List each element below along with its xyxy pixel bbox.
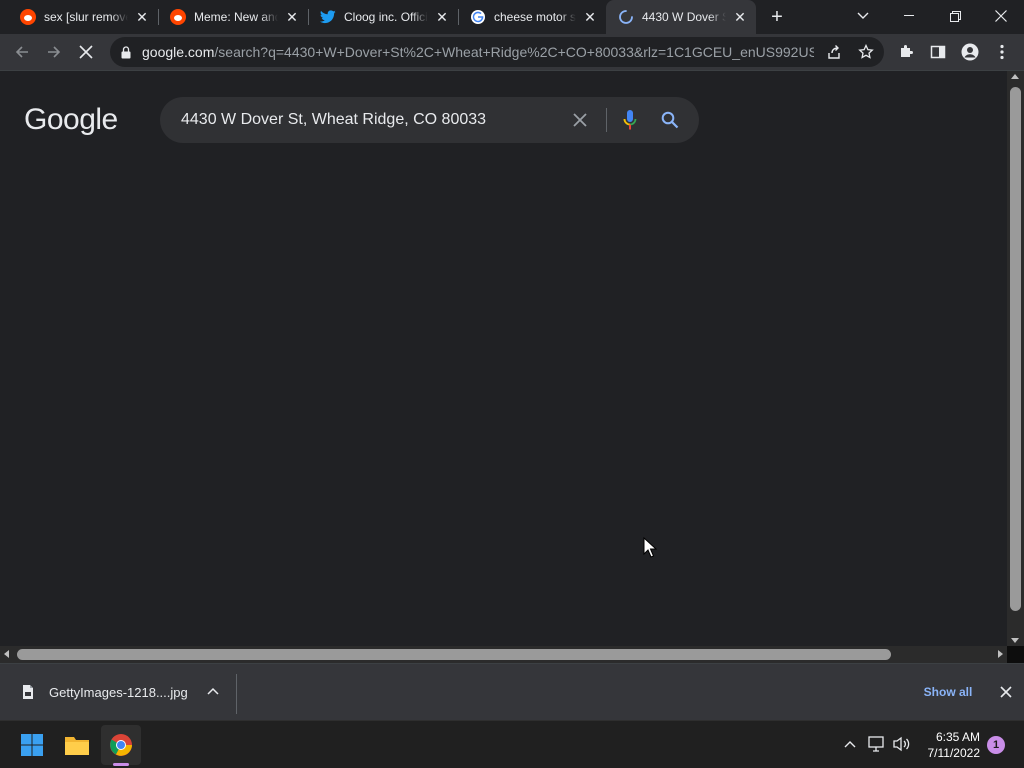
clear-search-icon[interactable] — [570, 110, 590, 130]
tab-title: sex [slur removed] dookie — [44, 10, 128, 24]
close-tab-icon[interactable]: ✕ — [434, 9, 450, 25]
tab-title: Cloog inc. Official — [344, 10, 428, 24]
star-icon — [858, 44, 874, 59]
scroll-left-arrow-icon[interactable] — [4, 650, 9, 658]
share-button[interactable] — [820, 38, 848, 66]
microphone-icon[interactable] — [620, 109, 640, 131]
arrow-right-icon — [48, 46, 61, 58]
show-hidden-icons-button[interactable] — [839, 733, 861, 755]
back-button[interactable] — [8, 38, 36, 66]
restore-icon — [949, 10, 961, 22]
bookmark-button[interactable] — [852, 38, 880, 66]
tab-search-button[interactable] — [840, 0, 886, 32]
profile-icon — [961, 43, 979, 61]
downloads-divider — [236, 674, 237, 714]
vertical-scrollbar[interactable] — [1007, 71, 1024, 646]
scroll-down-arrow-icon[interactable] — [1011, 638, 1019, 643]
tab-google-search[interactable]: cheese motor sp ✕ — [458, 0, 606, 34]
tab-active-search[interactable]: 4430 W Dover St ✕ — [606, 0, 756, 34]
close-tab-icon[interactable]: ✕ — [732, 9, 748, 25]
address-bar[interactable]: google.com/search?q=4430+W+Dover+St%2C+W… — [110, 37, 884, 67]
reddit-icon — [20, 9, 36, 25]
network-icon[interactable] — [866, 733, 888, 755]
close-downloads-bar-icon[interactable] — [996, 682, 1016, 702]
tab-title: cheese motor sp — [494, 10, 576, 24]
minimize-button[interactable] — [886, 0, 932, 32]
close-icon — [995, 10, 1007, 22]
extensions-button[interactable] — [892, 38, 920, 66]
close-window-button[interactable] — [978, 0, 1024, 32]
start-button[interactable] — [12, 725, 52, 765]
browser-toolbar: google.com/search?q=4430+W+Dover+St%2C+W… — [0, 34, 1024, 71]
tab-title: 4430 W Dover St — [642, 10, 726, 24]
notification-badge[interactable]: 1 — [987, 736, 1005, 754]
search-input[interactable]: 4430 W Dover St, Wheat Ridge, CO 80033 — [181, 111, 561, 129]
arrow-left-icon — [15, 46, 28, 58]
search-divider — [606, 108, 607, 132]
stop-loading-button[interactable] — [72, 38, 100, 66]
search-icon[interactable] — [659, 109, 681, 131]
twitter-icon — [320, 9, 336, 25]
search-box[interactable]: 4430 W Dover St, Wheat Ridge, CO 80033 — [160, 97, 699, 143]
url-host: google.com — [142, 44, 215, 60]
kebab-menu-icon — [1000, 44, 1004, 60]
share-icon — [828, 45, 840, 59]
url-path: /search?q=4430+W+Dover+St%2C+Wheat+Ridge… — [214, 44, 814, 60]
lock-icon[interactable] — [119, 45, 133, 59]
mouse-cursor-icon — [643, 537, 657, 558]
close-tab-icon[interactable]: ✕ — [284, 9, 300, 25]
downloads-bar: GettyImages-1218....jpg Show all — [0, 663, 1024, 720]
google-logo[interactable]: Google — [24, 103, 118, 137]
tab-reddit-1[interactable]: sex [slur removed] dookie ✕ — [8, 0, 158, 34]
close-tab-icon[interactable]: ✕ — [582, 9, 598, 25]
file-explorer-button[interactable] — [57, 725, 97, 765]
download-item[interactable]: GettyImages-1218....jpg — [0, 664, 237, 720]
chrome-taskbar-button[interactable] — [101, 725, 141, 765]
folder-icon — [65, 737, 89, 755]
horizontal-scroll-thumb[interactable] — [17, 649, 891, 660]
windows-logo-icon — [21, 734, 43, 756]
forward-button[interactable] — [40, 38, 68, 66]
clock-time: 6:35 AM — [935, 730, 980, 744]
page-viewport: Google 4430 W Dover St, Wheat Ridge, CO … — [0, 71, 1007, 646]
chrome-icon — [110, 734, 132, 756]
vertical-scroll-thumb[interactable] — [1010, 87, 1021, 611]
horizontal-scrollbar[interactable] — [0, 646, 1007, 663]
minimize-icon — [904, 15, 914, 16]
stop-icon — [79, 45, 93, 59]
restore-button[interactable] — [932, 0, 978, 32]
tab-twitter[interactable]: Cloog inc. Official ✕ — [308, 0, 458, 34]
side-panel-button[interactable] — [924, 38, 952, 66]
side-panel-icon — [930, 45, 946, 59]
active-app-indicator — [113, 763, 129, 766]
chevron-up-icon — [844, 741, 856, 748]
reddit-icon — [170, 9, 186, 25]
profile-button[interactable] — [956, 38, 984, 66]
google-icon — [470, 9, 486, 25]
scroll-up-arrow-icon[interactable] — [1011, 74, 1019, 79]
tab-title: Meme: New and — [194, 10, 278, 24]
system-clock[interactable]: 6:35 AM 7/11/2022 — [914, 729, 981, 761]
puzzle-icon — [901, 45, 913, 57]
new-tab-button[interactable]: + — [762, 1, 792, 33]
url-text[interactable]: google.com/search?q=4430+W+Dover+St%2C+W… — [142, 44, 814, 60]
close-tab-icon[interactable]: ✕ — [134, 9, 150, 25]
download-file-name: GettyImages-1218....jpg — [49, 684, 188, 700]
tab-reddit-2[interactable]: Meme: New and ✕ — [158, 0, 308, 34]
chevron-up-icon[interactable] — [205, 683, 221, 699]
scroll-right-arrow-icon[interactable] — [998, 650, 1003, 658]
loading-spinner-icon — [618, 9, 634, 25]
show-all-downloads-button[interactable]: Show all — [912, 678, 984, 706]
scrollbar-corner — [1007, 646, 1024, 663]
file-icon — [22, 684, 34, 700]
volume-icon[interactable] — [891, 733, 913, 755]
tab-strip: sex [slur removed] dookie ✕ Meme: New an… — [0, 0, 1024, 34]
chevron-down-icon — [857, 12, 869, 19]
clock-date: 7/11/2022 — [927, 746, 981, 760]
menu-button[interactable] — [988, 38, 1016, 66]
windows-taskbar: 6:35 AM 7/11/2022 1 — [0, 720, 1024, 768]
